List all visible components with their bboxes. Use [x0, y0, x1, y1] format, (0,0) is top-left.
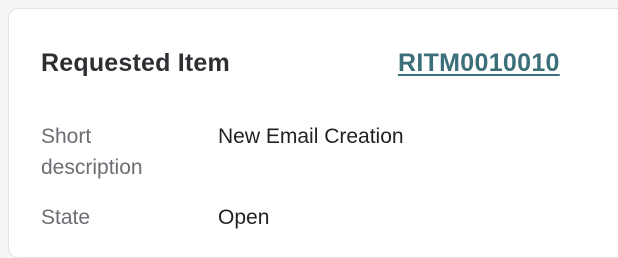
short-description-label: Short description [41, 121, 181, 183]
record-number-link[interactable]: RITM0010010 [398, 49, 560, 78]
card-title: Requested Item [41, 49, 230, 77]
short-description-label-line1: Short [41, 125, 92, 148]
state-value: Open [218, 206, 270, 229]
short-description-label-line2: description [41, 156, 143, 179]
short-description-value: New Email Creation [218, 125, 404, 148]
state-label: State [41, 206, 91, 229]
requested-item-card: Requested Item RITM0010010 Short descrip… [8, 8, 618, 258]
